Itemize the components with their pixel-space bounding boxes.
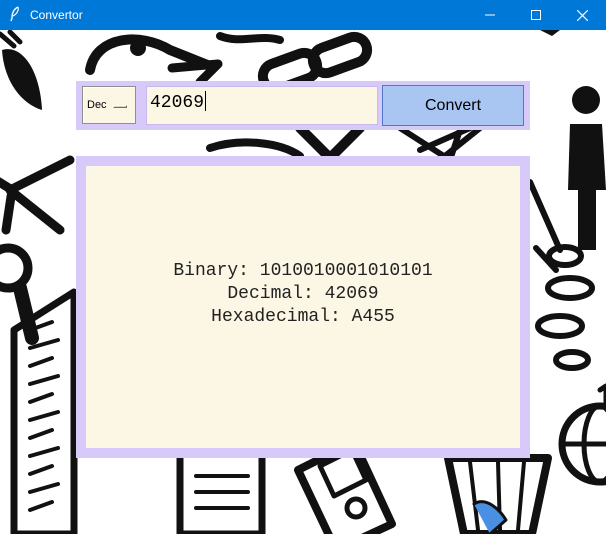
minimize-icon — [485, 14, 495, 16]
notepad-doodle — [176, 454, 266, 534]
basket-doodle — [444, 454, 552, 534]
maximize-button[interactable] — [513, 0, 559, 30]
base-select-value: Dec — [87, 99, 107, 111]
person-doodle — [568, 86, 606, 250]
binary-result: Binary: 1010010001010101 — [173, 261, 433, 281]
maximize-icon — [531, 10, 541, 20]
minimize-button[interactable] — [467, 0, 513, 30]
convert-button-label: Convert — [424, 96, 482, 114]
window-client-area: Dec 42069 Convert Binary: 10100100010101… — [0, 30, 606, 534]
title-bar[interactable]: Convertor — [0, 0, 606, 30]
decimal-result: Decimal: 42069 — [227, 284, 379, 304]
feather-icon — [10, 6, 19, 22]
window-title: Convertor — [30, 8, 83, 22]
leaf-doodle — [0, 30, 42, 110]
ruler-doodle — [10, 288, 78, 534]
close-icon — [576, 9, 588, 21]
base-select[interactable]: Dec — [82, 86, 136, 124]
number-input[interactable]: 42069 — [146, 86, 378, 125]
result-panel: Binary: 1010010001010101 Decimal: 42069 … — [76, 156, 530, 458]
input-toolbar: Dec 42069 Convert — [76, 81, 530, 130]
hexadecimal-result: Hexadecimal: A455 — [211, 307, 395, 327]
dropdown-indicator-icon — [113, 105, 127, 108]
text-caret — [205, 91, 207, 111]
close-button[interactable] — [559, 0, 605, 30]
number-input-value: 42069 — [150, 93, 205, 113]
globe-doodle — [558, 383, 606, 486]
convert-button[interactable]: Convert — [382, 85, 524, 126]
result-text: Binary: 1010010001010101 Decimal: 42069 … — [86, 260, 520, 329]
